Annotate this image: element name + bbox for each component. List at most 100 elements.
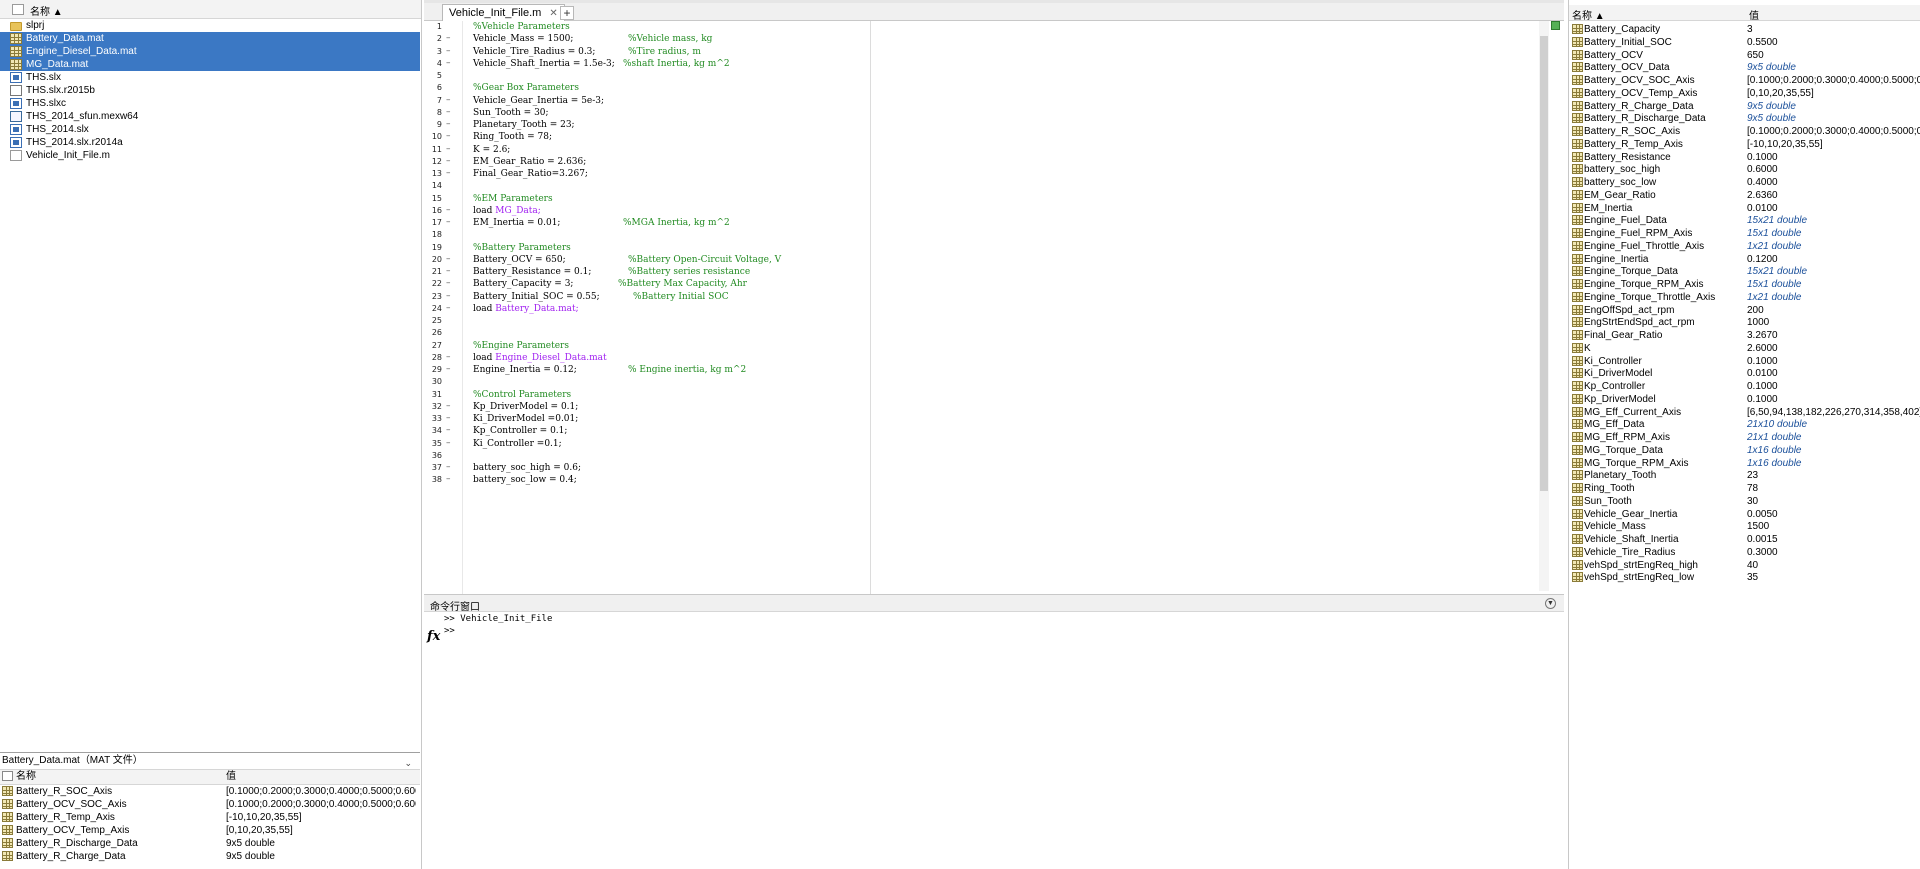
details-name-header[interactable]: 名称 [16, 770, 36, 784]
workspace-variable-row[interactable]: Kp_Controller 0.1000 [1569, 380, 1920, 393]
details-row[interactable]: Battery_R_SOC_Axis [0.1000;0.2000;0.3000;… [0, 785, 420, 798]
workspace-variable-row[interactable]: EngOffSpd_act_rpm 200 [1569, 304, 1920, 317]
workspace-variable-row[interactable]: Vehicle_Tire_Radius 0.3000 [1569, 546, 1920, 559]
options-icon[interactable]: ▼ [1545, 598, 1556, 609]
breakpoint-marker[interactable]: – [446, 168, 451, 178]
workspace-variable-row[interactable]: Battery_OCV_Data 9x5 double [1569, 61, 1920, 74]
current-folder-header[interactable]: 名称 ▲ [0, 0, 421, 19]
file-list-item[interactable]: THS_2014.slx.r2014a [0, 136, 420, 149]
tab-vehicle-init-file[interactable]: Vehicle_Init_File.m ✕ [442, 4, 565, 21]
workspace-variable-row[interactable]: Battery_OCV 650 [1569, 49, 1920, 62]
workspace-variable-row[interactable]: Battery_OCV_Temp_Axis [0,10,20,35,55] [1569, 87, 1920, 100]
workspace-name-header[interactable]: 名称 ▲ [1572, 7, 1605, 22]
workspace-variable-row[interactable]: Vehicle_Mass 1500 [1569, 520, 1920, 533]
workspace-variable-row[interactable]: Ki_Controller 0.1000 [1569, 355, 1920, 368]
workspace-variable-row[interactable]: Battery_Capacity 3 [1569, 23, 1920, 36]
workspace-variable-row[interactable]: Battery_Resistance 0.1000 [1569, 151, 1920, 164]
workspace-variable-row[interactable]: vehSpd_strtEngReq_low 35 [1569, 571, 1920, 584]
breakpoint-marker[interactable]: – [446, 144, 451, 154]
file-list-item[interactable]: THS.slxc [0, 97, 420, 110]
file-list-item[interactable]: Vehicle_Init_File.m [0, 149, 420, 162]
breakpoint-marker[interactable]: – [446, 33, 451, 43]
command-window[interactable]: >> Vehicle_Init_File fx >> [424, 612, 1564, 869]
name-column-header[interactable]: 名称 ▲ [30, 3, 63, 18]
workspace-variable-row[interactable]: battery_soc_high 0.6000 [1569, 163, 1920, 176]
workspace-variable-row[interactable]: MG_Eff_Data 21x10 double [1569, 418, 1920, 431]
workspace-variable-row[interactable]: Engine_Inertia 0.1200 [1569, 253, 1920, 266]
workspace-variable-row[interactable]: MG_Torque_RPM_Axis 1x16 double [1569, 457, 1920, 470]
breakpoint-marker[interactable]: – [446, 254, 451, 264]
editor-scrollbar-thumb[interactable] [1540, 36, 1548, 491]
breakpoint-marker[interactable]: – [446, 364, 451, 374]
workspace-variable-row[interactable]: Battery_R_Charge_Data 9x5 double [1569, 100, 1920, 113]
workspace-variable-row[interactable]: Sun_Tooth 30 [1569, 495, 1920, 508]
breakpoint-marker[interactable]: – [446, 425, 451, 435]
workspace-variable-row[interactable]: Engine_Torque_RPM_Axis 15x1 double [1569, 278, 1920, 291]
breakpoint-marker[interactable]: – [446, 131, 451, 141]
breakpoint-marker[interactable]: – [446, 119, 451, 129]
breakpoint-marker[interactable]: – [446, 413, 451, 423]
workspace-variable-row[interactable]: Battery_R_Temp_Axis [-10,10,20,35,55] [1569, 138, 1920, 151]
workspace-variable-row[interactable]: Vehicle_Gear_Inertia 0.0050 [1569, 508, 1920, 521]
workspace-variable-row[interactable]: Engine_Fuel_RPM_Axis 15x1 double [1569, 227, 1920, 240]
command-prompt[interactable]: >> [444, 626, 455, 636]
workspace-variable-row[interactable]: Engine_Fuel_Data 15x21 double [1569, 214, 1920, 227]
breakpoint-marker[interactable]: – [446, 474, 451, 484]
workspace-variable-row[interactable]: MG_Torque_Data 1x16 double [1569, 444, 1920, 457]
workspace-variable-row[interactable]: MG_Eff_RPM_Axis 21x1 double [1569, 431, 1920, 444]
details-row[interactable]: Battery_OCV_SOC_Axis [0.1000;0.2000;0.300… [0, 798, 420, 811]
workspace-variable-row[interactable]: Final_Gear_Ratio 3.2670 [1569, 329, 1920, 342]
breakpoint-marker[interactable]: – [446, 438, 451, 448]
breakpoint-marker[interactable]: – [446, 291, 451, 301]
file-list-item[interactable]: THS.slx [0, 71, 420, 84]
workspace-variable-row[interactable]: Battery_R_Discharge_Data 9x5 double [1569, 112, 1920, 125]
workspace-variable-row[interactable]: Engine_Torque_Data 15x21 double [1569, 265, 1920, 278]
breakpoint-marker[interactable]: – [446, 156, 451, 166]
breakpoint-marker[interactable]: – [446, 266, 451, 276]
workspace-value-header[interactable]: 值 [1749, 7, 1759, 22]
chevron-down-icon[interactable]: ⌄ [404, 755, 412, 771]
details-title-bar[interactable]: Battery_Data.mat（MAT 文件） ⌄ [0, 753, 420, 770]
breakpoint-marker[interactable]: – [446, 107, 451, 117]
workspace-variable-row[interactable]: EngStrtEndSpd_act_rpm 1000 [1569, 316, 1920, 329]
breakpoint-marker[interactable]: – [446, 278, 451, 288]
breakpoint-marker[interactable]: – [446, 58, 451, 68]
breakpoint-marker[interactable]: – [446, 205, 451, 215]
workspace-variable-row[interactable]: Kp_DriverModel 0.1000 [1569, 393, 1920, 406]
file-list-item[interactable]: THS.slx.r2015b [0, 84, 420, 97]
workspace-variable-row[interactable]: EM_Gear_Ratio 2.6360 [1569, 189, 1920, 202]
file-list-item[interactable]: MG_Data.mat [0, 58, 420, 71]
file-list-item[interactable]: THS_2014.slx [0, 123, 420, 136]
breakpoint-marker[interactable]: – [446, 352, 451, 362]
workspace-variable-row[interactable]: Ki_DriverModel 0.0100 [1569, 367, 1920, 380]
code-analyzer-status-icon[interactable] [1551, 21, 1560, 30]
file-list-item[interactable]: THS_2014_sfun.mexw64 [0, 110, 420, 123]
workspace-variable-row[interactable]: Engine_Torque_Throttle_Axis 1x21 double [1569, 291, 1920, 304]
workspace-variable-row[interactable]: EM_Inertia 0.0100 [1569, 202, 1920, 215]
file-list-item[interactable]: Engine_Diesel_Data.mat [0, 45, 420, 58]
add-tab-button[interactable]: + [560, 6, 574, 20]
workspace-variable-row[interactable]: Engine_Fuel_Throttle_Axis 1x21 double [1569, 240, 1920, 253]
workspace-variable-row[interactable]: Planetary_Tooth 23 [1569, 469, 1920, 482]
workspace-variable-row[interactable]: battery_soc_low 0.4000 [1569, 176, 1920, 189]
details-row[interactable]: Battery_R_Temp_Axis [-10,10,20,35,55] [0, 811, 420, 824]
workspace-variable-row[interactable]: Battery_OCV_SOC_Axis [0.1000;0.2000;0.300… [1569, 74, 1920, 87]
close-icon[interactable]: ✕ [549, 8, 557, 19]
workspace-variable-row[interactable]: K 2.6000 [1569, 342, 1920, 355]
details-value-header[interactable]: 值 [226, 770, 416, 784]
workspace-variable-row[interactable]: MG_Eff_Current_Axis [6,50,94,138,182,226,… [1569, 406, 1920, 419]
details-row[interactable]: Battery_R_Discharge_Data 9x5 double [0, 837, 420, 850]
code-editor[interactable]: 1 %Vehicle Parameters 2– Vehicle_Mass = 150… [424, 21, 1554, 594]
breakpoint-marker[interactable]: – [446, 462, 451, 472]
workspace-variable-row[interactable]: Ring_Tooth 78 [1569, 482, 1920, 495]
breakpoint-marker[interactable]: – [446, 217, 451, 227]
workspace-variable-row[interactable]: vehSpd_strtEngReq_high 40 [1569, 559, 1920, 572]
file-list-item[interactable]: Battery_Data.mat [0, 32, 420, 45]
workspace-variable-row[interactable]: Vehicle_Shaft_Inertia 0.0015 [1569, 533, 1920, 546]
breakpoint-marker[interactable]: – [446, 303, 451, 313]
breakpoint-marker[interactable]: – [446, 401, 451, 411]
function-browser-icon[interactable]: fx [427, 629, 440, 644]
breakpoint-marker[interactable]: – [446, 95, 451, 105]
file-list-item[interactable]: slprj [0, 19, 420, 32]
workspace-variable-row[interactable]: Battery_Initial_SOC 0.5500 [1569, 36, 1920, 49]
